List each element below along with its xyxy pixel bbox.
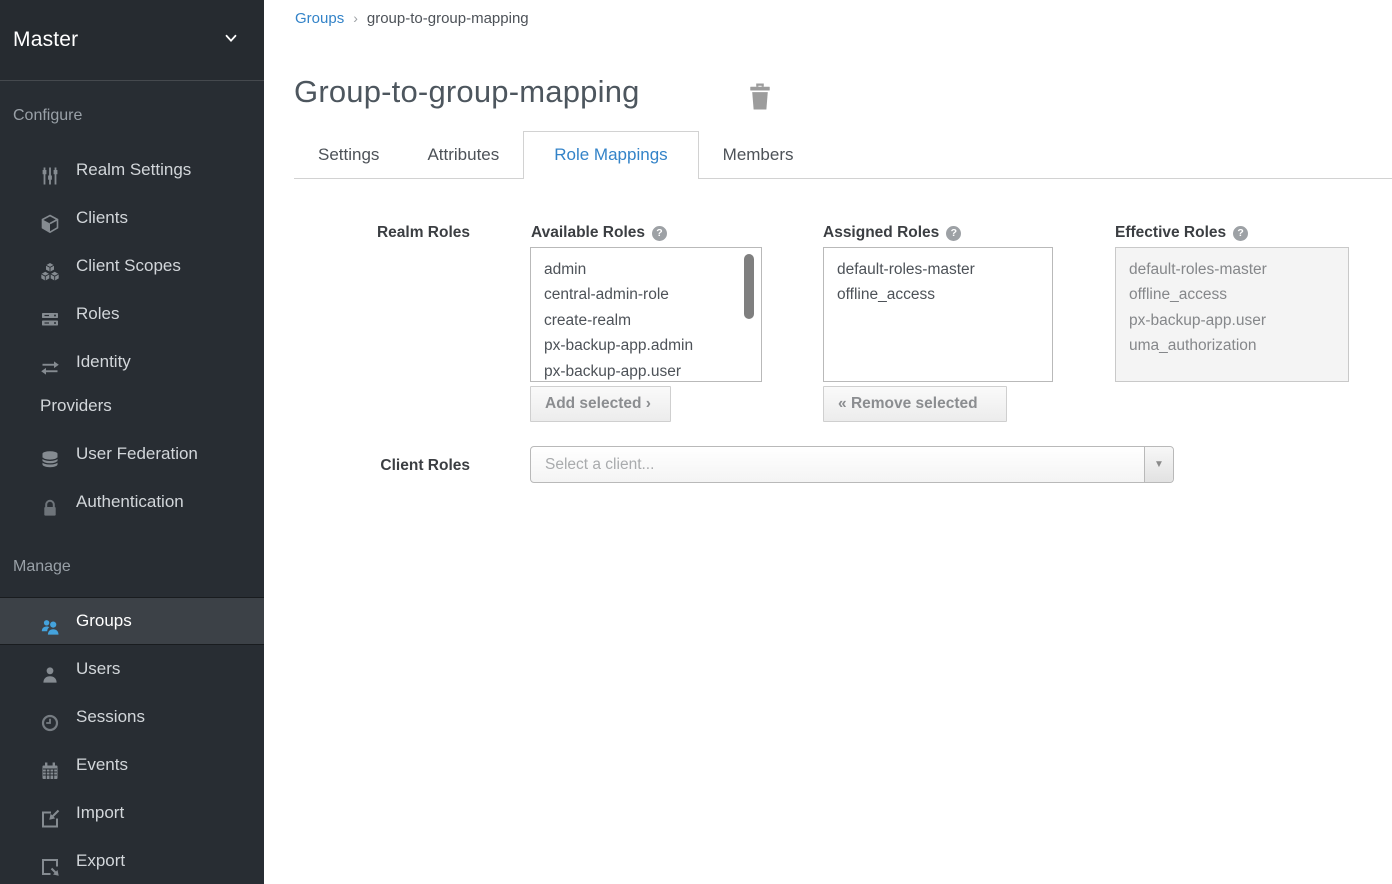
breadcrumb-separator-icon: › — [353, 10, 358, 26]
help-icon[interactable]: ? — [652, 226, 667, 241]
sidebar-item-label: Roles — [76, 304, 119, 323]
users-group-icon — [40, 610, 60, 630]
help-icon[interactable]: ? — [946, 226, 961, 241]
sidebar-item-import[interactable]: Import — [0, 789, 264, 837]
tab-role-mappings[interactable]: Role Mappings — [523, 131, 698, 179]
sidebar-item-export[interactable]: Export — [0, 837, 264, 884]
sidebar-item-user-federation[interactable]: User Federation — [0, 430, 264, 478]
sliders-icon — [40, 159, 60, 179]
role-option[interactable]: admin — [544, 257, 761, 282]
caret-down-icon: ▼ — [1154, 459, 1164, 470]
clock-icon — [40, 706, 60, 726]
sidebar-item-label: Sessions — [76, 707, 145, 726]
effective-roles-listbox: default-roles-master offline_access px-b… — [1115, 247, 1349, 382]
sidebar-item-roles[interactable]: Roles — [0, 290, 264, 338]
effective-roles-label: Effective Roles? — [1115, 224, 1248, 242]
sidebar-item-client-scopes[interactable]: Client Scopes — [0, 242, 264, 290]
effective-roles-options: default-roles-master offline_access px-b… — [1116, 248, 1348, 359]
role-option[interactable]: offline_access — [837, 282, 1052, 307]
sidebar-section-configure: Configure — [13, 105, 264, 127]
realm-name: Master — [13, 28, 78, 52]
available-roles-label: Available Roles? — [531, 224, 667, 242]
sidebar-item-sessions[interactable]: Sessions — [0, 693, 264, 741]
database-icon — [40, 443, 60, 463]
tab-settings[interactable]: Settings — [294, 131, 403, 178]
add-selected-button[interactable]: Add selected › — [530, 386, 671, 422]
sidebar-item-label: Export — [76, 851, 125, 870]
main-content: Groups › group-to-group-mapping Group-to-g… — [264, 0, 1392, 884]
available-roles-listbox[interactable]: admin central-admin-role create-realm px… — [530, 247, 762, 382]
sidebar-item-label: Realm Settings — [76, 160, 191, 179]
remove-selected-button[interactable]: « Remove selected — [823, 386, 1007, 422]
client-select-dropdown[interactable]: Select a client... ▼ — [530, 446, 1174, 483]
sidebar-item-clients[interactable]: Clients — [0, 194, 264, 242]
sidebar-item-label: Clients — [76, 208, 128, 227]
sidebar-item-label: Groups — [76, 611, 132, 630]
keycloak-admin-console: Master Configure Realm Settings — [0, 0, 1392, 884]
sidebar-item-realm-settings[interactable]: Realm Settings — [0, 146, 264, 194]
select-caret-button[interactable]: ▼ — [1144, 447, 1173, 482]
sidebar-item-users[interactable]: Users — [0, 645, 264, 693]
export-icon — [40, 850, 60, 870]
role-option: px-backup-app.user — [1129, 308, 1348, 333]
realm-roles-label: Realm Roles — [294, 224, 470, 242]
role-option: default-roles-master — [1129, 257, 1348, 282]
role-option[interactable]: default-roles-master — [837, 257, 1052, 282]
configure-nav: Realm Settings Clients — [0, 146, 264, 526]
assigned-roles-label: Assigned Roles? — [823, 224, 961, 242]
sidebar-item-label: Import — [76, 803, 124, 822]
chevron-down-icon — [222, 29, 240, 52]
page-title: Group-to-group-mapping — [294, 74, 640, 110]
role-option: uma_authorization — [1129, 333, 1348, 358]
cube-icon — [40, 207, 60, 227]
sidebar-item-events[interactable]: Events — [0, 741, 264, 789]
tab-attributes[interactable]: Attributes — [403, 131, 523, 178]
sidebar-item-groups[interactable]: Groups — [0, 597, 264, 645]
angle-right-icon: › — [646, 395, 651, 412]
tab-members[interactable]: Members — [699, 131, 818, 178]
exchange-arrows-icon — [40, 351, 60, 371]
import-icon — [40, 802, 60, 822]
manage-nav: Groups Users Sessions — [0, 597, 264, 884]
sidebar: Master Configure Realm Settings — [0, 0, 264, 884]
cubes-icon — [40, 255, 60, 275]
role-option[interactable]: central-admin-role — [544, 282, 761, 307]
user-icon — [40, 658, 60, 678]
client-select-placeholder: Select a client... — [545, 447, 654, 482]
realm-selector[interactable]: Master — [0, 0, 264, 81]
assigned-roles-listbox[interactable]: default-roles-master offline_access — [823, 247, 1053, 382]
sidebar-item-label: User Federation — [76, 444, 198, 463]
angle-double-left-icon: « — [838, 395, 847, 412]
assigned-roles-options: default-roles-master offline_access — [824, 248, 1052, 308]
role-option[interactable]: create-realm — [544, 308, 761, 333]
lock-icon — [40, 491, 60, 511]
available-roles-options: admin central-admin-role create-realm px… — [531, 248, 761, 382]
sidebar-item-identity-providers[interactable]: Identity Providers — [0, 338, 264, 430]
breadcrumb: Groups › group-to-group-mapping — [295, 10, 529, 27]
sidebar-item-label: Events — [76, 755, 128, 774]
tab-bar: Settings Attributes Role Mappings Member… — [294, 131, 1392, 179]
role-option[interactable]: px-backup-app.admin — [544, 333, 761, 358]
role-option[interactable]: px-backup-app.user — [544, 359, 761, 382]
breadcrumb-groups-link[interactable]: Groups — [295, 10, 344, 27]
trash-icon — [748, 98, 772, 113]
sidebar-item-label: Client Scopes — [76, 256, 181, 275]
server-icon — [40, 303, 60, 323]
client-roles-label: Client Roles — [294, 457, 470, 475]
sidebar-item-label: Authentication — [76, 492, 184, 511]
sidebar-section-manage: Manage — [13, 556, 264, 578]
delete-group-button[interactable] — [748, 83, 772, 110]
help-icon[interactable]: ? — [1233, 226, 1248, 241]
scrollbar-thumb[interactable] — [744, 254, 754, 319]
role-option: offline_access — [1129, 282, 1348, 307]
sidebar-item-authentication[interactable]: Authentication — [0, 478, 264, 526]
sidebar-item-label: Users — [76, 659, 120, 678]
calendar-icon — [40, 754, 60, 774]
breadcrumb-current: group-to-group-mapping — [367, 10, 529, 27]
